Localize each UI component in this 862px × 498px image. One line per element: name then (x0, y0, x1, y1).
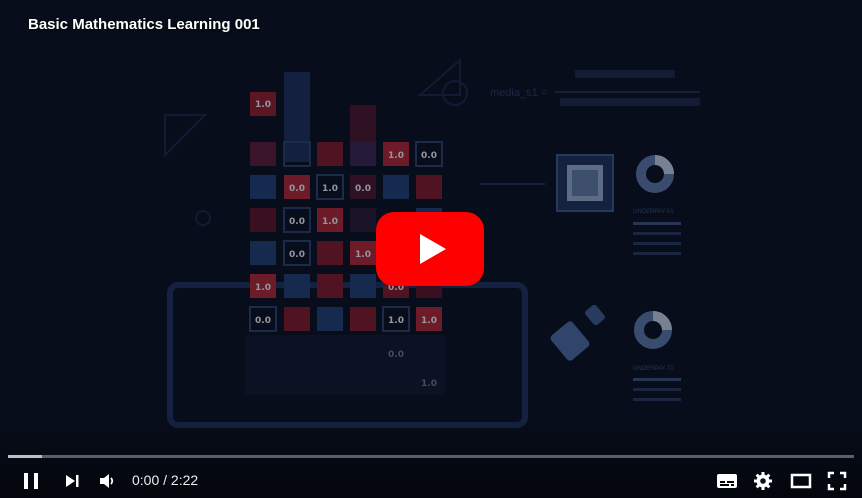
youtube-play-icon (376, 212, 484, 286)
theater-mode-button[interactable] (785, 466, 817, 496)
pause-button[interactable] (16, 466, 46, 496)
time-display: 0:00 / 2:22 (132, 472, 198, 488)
volume-icon (100, 474, 114, 488)
subtitles-button[interactable] (712, 466, 742, 496)
subtitles-icon (717, 474, 737, 488)
time-current: 0:00 (132, 472, 160, 488)
fullscreen-icon (827, 471, 847, 491)
volume-button[interactable] (92, 466, 122, 496)
time-separator: / (159, 472, 171, 488)
settings-button[interactable] (748, 466, 778, 496)
video-title[interactable]: Basic Mathematics Learning 001 (28, 16, 260, 33)
video-player[interactable]: media_s1 = UNDERPAY-01 UNDERPAY-71 1.0 1… (0, 0, 862, 498)
theater-icon (790, 473, 812, 489)
next-icon (66, 475, 79, 487)
pause-icon (24, 473, 38, 489)
fullscreen-button[interactable] (822, 466, 852, 496)
youtube-play-button[interactable] (376, 212, 484, 286)
next-button[interactable] (58, 466, 86, 496)
progress-loaded (8, 455, 42, 458)
progress-bar[interactable] (8, 455, 854, 458)
time-duration: 2:22 (170, 472, 199, 488)
settings-icon (754, 472, 772, 490)
